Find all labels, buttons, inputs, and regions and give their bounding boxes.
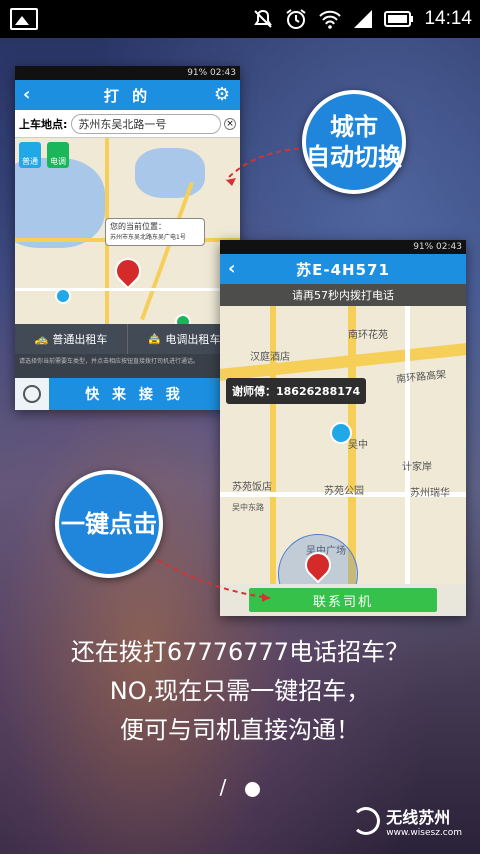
wifi-icon — [319, 10, 342, 29]
auto-city-switch-badge: 城市 自动切换 — [302, 90, 406, 194]
bottom-bar: 快 来 接 我 ≡ — [15, 378, 240, 410]
pickup-row: 上车地点: 苏州东吴北路一号 × — [15, 110, 240, 138]
taxi-type-normal[interactable]: 普通 — [19, 142, 41, 168]
hint-text: 请选择你当前需要车类型，并点击相应按钮直接拨打司机进行通话。 — [15, 354, 240, 378]
brand-name: 无线苏州 — [386, 808, 451, 827]
taxi-marker-icon — [55, 288, 71, 304]
mini-status-text: 91% 02:43 — [413, 242, 462, 252]
screenshot-taxi-home: 91% 02:43 ‹ 打 的 ⚙ 上车地点: 苏州东吴北路一号 × 普通 电调… — [15, 66, 240, 410]
app-bar: ‹ 打 的 ⚙ — [15, 80, 240, 110]
place-label: 苏州瑞华 — [410, 488, 450, 499]
taxi-type-label: 普通 — [22, 157, 38, 166]
screenshot-driver-info: 91% 02:43 ‹ 苏E-4H571 请再57秒内拨打电话 南环花苑 汉庭酒… — [220, 240, 466, 616]
page-title: 打 的 — [103, 86, 152, 105]
popup-title: 您的当前位置： — [110, 222, 166, 231]
back-icon[interactable]: ‹ — [228, 258, 235, 279]
taxi-options: 🚕 普通出租车 🚖 电调出租车 — [15, 324, 240, 354]
status-bar: 14:14 — [0, 0, 480, 38]
mini-status-bar: 91% 02:43 — [220, 240, 466, 254]
gear-icon[interactable]: ⚙ — [214, 84, 234, 105]
map-view[interactable]: 普通 电调 您的当前位置： 苏州市东吴北路东吴广电1号 — [15, 138, 240, 330]
driver-marker-icon — [330, 422, 352, 444]
brand-logo: 无线苏州 www.wisesz.com — [352, 804, 462, 838]
bottom-bar: 联系司机 — [220, 584, 466, 616]
page-dot-active[interactable] — [245, 782, 261, 797]
pickup-label: 上车地点: — [19, 117, 68, 131]
back-icon[interactable]: ‹ — [23, 84, 30, 105]
page-indicator: / — [0, 775, 480, 799]
page-separator: / — [219, 775, 227, 799]
place-label: 南环花苑 — [348, 330, 388, 341]
brand-mark-icon — [352, 807, 381, 835]
lake — [135, 148, 205, 198]
mini-status-bar: 91% 02:43 — [15, 66, 240, 80]
place-label: 吴中 — [348, 440, 368, 451]
battery-icon — [384, 11, 414, 27]
badge-text: 一键点击 — [61, 510, 157, 538]
location-popup: 您的当前位置： 苏州市东吴北路东吴广电1号 — [105, 218, 205, 246]
mute-icon — [254, 9, 273, 28]
place-label: 计家岸 — [402, 462, 432, 473]
place-label: 苏苑公园 — [324, 486, 364, 497]
map-view[interactable]: 南环花苑 汉庭酒店 南环路高架 吴中 计家岸 苏苑饭店 苏苑公园 苏州瑞华 吴中… — [220, 306, 466, 614]
taxi-type-label: 电调 — [50, 157, 66, 166]
caption-line: 还在拨打67776777电话招车？ — [70, 638, 410, 666]
place-label: 吴中东路 — [232, 503, 264, 512]
clear-icon[interactable]: × — [224, 117, 236, 130]
road — [405, 306, 410, 584]
taxi-icon: 🚕 — [34, 332, 49, 346]
option-label: 电调出租车 — [165, 333, 221, 346]
locate-icon[interactable] — [15, 378, 49, 410]
driver-tooltip: 谢师傅：18626288174 — [226, 378, 367, 404]
caption-line: 便可与司机直接沟通！ — [120, 716, 360, 744]
mini-status-text: 91% 02:43 — [187, 68, 236, 78]
place-label: 苏苑饭店 — [232, 482, 272, 493]
come-pick-me-button[interactable]: 快 来 接 我 — [49, 378, 220, 410]
signal-icon — [354, 10, 373, 28]
option-label: 普通出租车 — [52, 333, 108, 346]
taxi-type-dispatch[interactable]: 电调 — [47, 142, 69, 168]
place-label: 汉庭酒店 — [250, 352, 290, 363]
pickup-input[interactable]: 苏州东吴北路一号 — [71, 113, 221, 134]
location-pin-icon — [109, 252, 147, 290]
popup-address: 苏州市东吴北路东吴广电1号 — [110, 234, 186, 241]
option-normal-taxi[interactable]: 🚕 普通出租车 — [15, 324, 128, 354]
car-icon: 🚖 — [147, 332, 162, 346]
brand-url: www.wisesz.com — [386, 828, 462, 838]
contact-driver-button[interactable]: 联系司机 — [249, 588, 437, 612]
caption-line: NO,现在只需一键招车， — [109, 677, 371, 705]
page-title: 苏E-4H571 — [296, 260, 390, 279]
gallery-icon — [10, 8, 38, 30]
lake — [15, 158, 105, 248]
one-click-badge: 一键点击 — [55, 470, 163, 578]
badge-text: 城市 自动切换 — [306, 113, 402, 171]
clock: 14:14 — [424, 8, 472, 29]
place-label: 南环路高架 — [395, 369, 447, 386]
notice-bar: 请再57秒内拨打电话 — [220, 284, 466, 306]
app-bar: ‹ 苏E-4H571 — [220, 254, 466, 284]
road — [140, 181, 194, 321]
alarm-icon — [286, 9, 307, 29]
